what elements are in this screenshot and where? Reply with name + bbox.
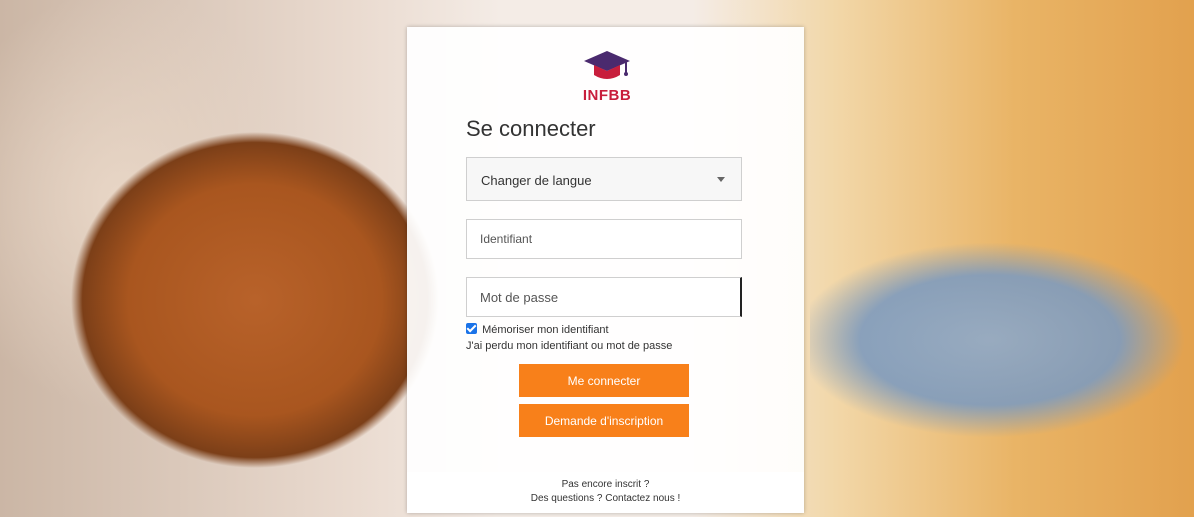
register-button[interactable]: Demande d'inscription [519, 404, 689, 437]
login-button[interactable]: Me connecter [519, 364, 689, 397]
brand-name: INFBB [582, 87, 632, 104]
chevron-down-icon [717, 177, 725, 182]
page-title: Se connecter [466, 116, 596, 141]
remember-label[interactable]: Mémoriser mon identifiant [482, 324, 609, 336]
lost-credentials-link[interactable]: J'ai perdu mon identifiant ou mot de pas… [466, 340, 672, 352]
footer-contact-link[interactable]: Des questions ? Contactez nous ! [407, 492, 804, 506]
language-select[interactable]: Changer de langue [466, 157, 742, 201]
footer-not-registered[interactable]: Pas encore inscrit ? [407, 472, 804, 492]
remember-row: Mémoriser mon identifiant [466, 323, 609, 336]
language-select-label: Changer de langue [481, 173, 592, 188]
background-court [810, 210, 1190, 510]
login-card: INFBB Se connecter Changer de langue Mém… [407, 27, 804, 513]
remember-checkbox[interactable] [466, 323, 477, 334]
username-input[interactable] [466, 219, 742, 259]
password-input[interactable] [466, 277, 742, 317]
card-footer: Pas encore inscrit ? Des questions ? Con… [407, 472, 804, 513]
